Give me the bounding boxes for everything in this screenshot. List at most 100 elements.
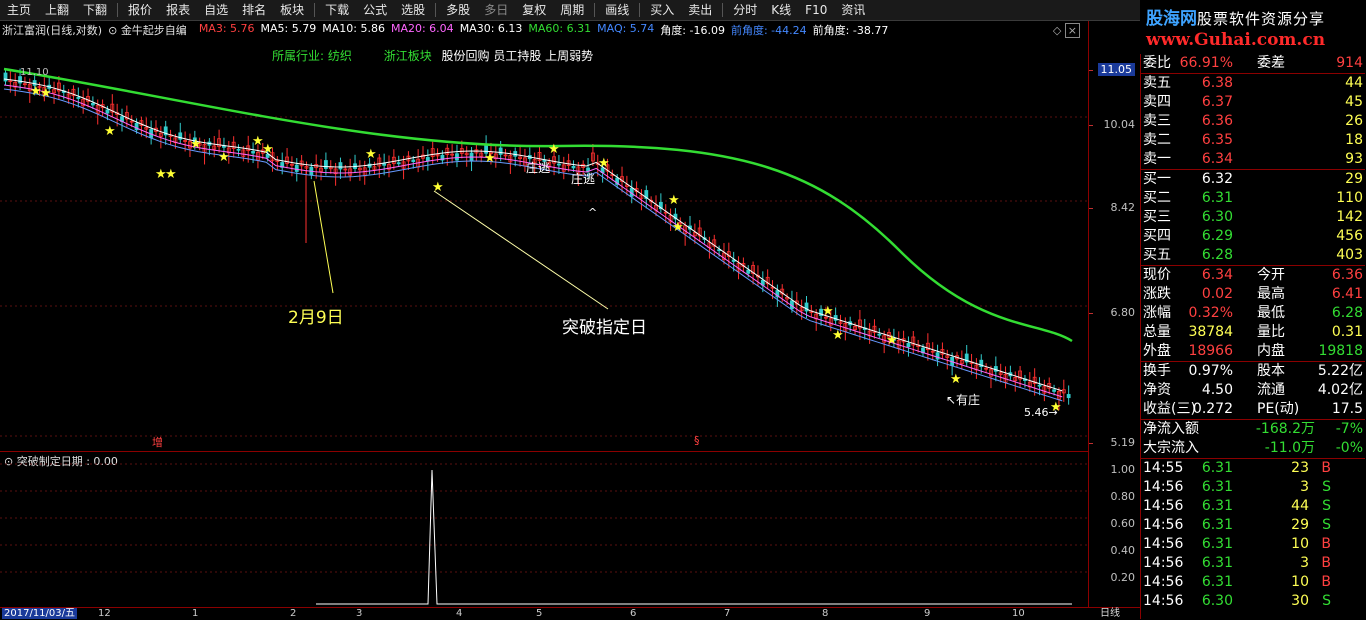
- menu-bar: 主页 上翻 下翻 报价 报表 自选 排名 板块 下载 公式 选股 多股 多日 复权 周期 画线 买入 卖出 分时 K线…: [0, 0, 1140, 21]
- menu-item-7[interactable]: 排名: [235, 0, 273, 20]
- tick-price: 6.31: [1201, 498, 1233, 514]
- menu-item-2[interactable]: 下翻: [76, 0, 114, 20]
- tick-time: 14:56: [1143, 479, 1184, 495]
- menu-item-16[interactable]: 复权: [515, 0, 553, 20]
- menu-item-24[interactable]: 分时: [726, 0, 764, 20]
- menu-separator: [722, 3, 724, 17]
- menu-item-19[interactable]: 画线: [598, 0, 636, 20]
- menu-item-26[interactable]: F10: [798, 0, 834, 20]
- menu-item-4[interactable]: 报价: [121, 0, 159, 20]
- indicator-axis-label-4: 0.20: [1110, 571, 1136, 584]
- star-marker: ★: [190, 137, 202, 152]
- menu-item-14[interactable]: 多股: [439, 0, 477, 20]
- menu-item-0[interactable]: 主页: [0, 0, 38, 20]
- tick-volume: 10: [1291, 536, 1309, 552]
- month-label-8: 8: [822, 608, 829, 619]
- quote-panel: 委比 66.91% 委差 914 卖五 6.38 44 卖四 6.37 45 卖三 6.36 26 卖二 6…: [1140, 54, 1366, 619]
- tick-time: 14:56: [1143, 517, 1184, 533]
- menu-item-5[interactable]: 报表: [159, 0, 197, 20]
- star-marker: ★: [165, 167, 177, 182]
- star-marker: ★: [672, 220, 684, 235]
- stat-value-2: 19818: [1318, 343, 1363, 359]
- indicator-axis-label-1: 0.80: [1110, 490, 1136, 503]
- tick-price: 6.31: [1201, 517, 1233, 533]
- stat-value-2: 0.31: [1331, 324, 1363, 340]
- month-label-5: 5: [536, 608, 543, 619]
- bid-label: 买四: [1143, 228, 1171, 244]
- flow-value: -11.0万: [1264, 440, 1315, 456]
- stat-row-4: 外盘 18966 内盘 19818: [1141, 342, 1365, 361]
- weibi-label: 委比: [1143, 55, 1171, 71]
- info-label-2: 流通: [1257, 382, 1285, 398]
- indicator-axis-label-2: 0.60: [1110, 517, 1136, 530]
- menu-item-6[interactable]: 自选: [197, 0, 235, 20]
- info-value-2: 17.5: [1331, 401, 1363, 417]
- indicator-panel[interactable]: ⊙ 突破制定日期 : 0.00: [0, 451, 1088, 608]
- ask-row-3: 卖二 6.35 18: [1141, 131, 1365, 150]
- stat-value: 18966: [1188, 343, 1233, 359]
- pointer-line-feb9: [313, 180, 334, 294]
- stat-row-0: 现价 6.34 今开 6.36: [1141, 266, 1365, 285]
- candle-body: [411, 159, 416, 163]
- stat-value-2: 6.36: [1331, 267, 1363, 283]
- tick-time: 14:56: [1143, 536, 1184, 552]
- tick-row-4: 14:56 6.31 10 B: [1141, 535, 1365, 554]
- annotation-s-icon: §: [694, 434, 700, 447]
- candle-body: [571, 165, 576, 169]
- ask-row-1: 卖四 6.37 45: [1141, 93, 1365, 112]
- tick-volume: 44: [1291, 498, 1309, 514]
- watermark-logo: 股海网股票软件资源分享 www.Guhai.com.cn: [1142, 0, 1366, 54]
- stat-row-2: 涨幅 0.32% 最低 6.28: [1141, 304, 1365, 323]
- weicha-value: 914: [1336, 55, 1363, 71]
- tick-row-0: 14:55 6.31 23 B: [1141, 459, 1365, 478]
- candle-body: [338, 162, 343, 170]
- menu-item-27[interactable]: 资讯: [834, 0, 872, 20]
- period-label[interactable]: 日线: [1100, 608, 1120, 619]
- candle-body: [105, 109, 110, 114]
- menu-item-11[interactable]: 公式: [356, 0, 394, 20]
- tick-row-2: 14:56 6.31 44 S: [1141, 497, 1365, 516]
- candle-body: [76, 97, 81, 99]
- info-row-1: 净资 4.50 流通 4.02亿: [1141, 381, 1365, 400]
- menu-item-1[interactable]: 上翻: [38, 0, 76, 20]
- menu-item-10[interactable]: 下载: [318, 0, 356, 20]
- month-label-2: 2: [290, 608, 297, 619]
- price-axis: 11.05 10.04 8.42 6.80 5.19 1.00 0.80 0.60 0.40 0.…: [1088, 21, 1141, 607]
- menu-item-8[interactable]: 板块: [273, 0, 311, 20]
- price-axis-tick: [1089, 70, 1093, 71]
- tick-row-7: 14:56 6.30 30 S: [1141, 592, 1365, 611]
- bid-row-0: 买一 6.32 29: [1141, 170, 1365, 189]
- flow-pct: -0%: [1335, 440, 1363, 456]
- menu-item-12[interactable]: 选股: [394, 0, 432, 20]
- menu-item-22[interactable]: 卖出: [681, 0, 719, 20]
- kline-svg: ★★★★★★★★★ ★★★★★★★★★ ★★★: [0, 67, 1088, 437]
- tick-side: B: [1321, 555, 1331, 571]
- ask-price: 6.38: [1201, 75, 1233, 91]
- menu-item-25[interactable]: K线: [764, 0, 798, 20]
- star-marker: ★: [598, 156, 610, 171]
- ask-label: 卖二: [1143, 132, 1171, 148]
- annotation-breakout: 突破指定日: [562, 318, 647, 338]
- tick-time: 14:56: [1143, 555, 1184, 571]
- month-label-3: 3: [356, 608, 363, 619]
- info-value: 0.272: [1192, 401, 1233, 417]
- menu-item-21[interactable]: 买入: [643, 0, 681, 20]
- flow-row-1: 大宗流入 -11.0万 -0%: [1141, 439, 1365, 458]
- tick-price: 6.31: [1201, 574, 1233, 590]
- tick-volume: 10: [1291, 574, 1309, 590]
- kline-chart[interactable]: 浙江富润(日线,对数) ⊙ 金牛起步自编 MA3: 5.76 MA5: 5.79 M…: [0, 21, 1088, 451]
- tick-volume: 3: [1300, 555, 1309, 571]
- tick-price: 6.31: [1201, 536, 1233, 552]
- date-axis: 2017/11/03/五 12 1 2 3 4 5 6 7 8 9 10 日线: [0, 607, 1140, 620]
- annotation-zhuang-1: 庄逃: [526, 161, 551, 175]
- menu-item-15[interactable]: 多日: [477, 0, 515, 20]
- tick-side: S: [1322, 593, 1331, 609]
- stat-label-2: 最低: [1257, 305, 1285, 321]
- menu-item-17[interactable]: 周期: [553, 0, 591, 20]
- tick-side: B: [1321, 574, 1331, 590]
- stat-label: 涨幅: [1143, 305, 1171, 321]
- bid-price: 6.29: [1201, 228, 1233, 244]
- stat-label-2: 最高: [1257, 286, 1285, 302]
- tick-price: 6.31: [1201, 479, 1233, 495]
- bid-volume: 29: [1345, 171, 1363, 187]
